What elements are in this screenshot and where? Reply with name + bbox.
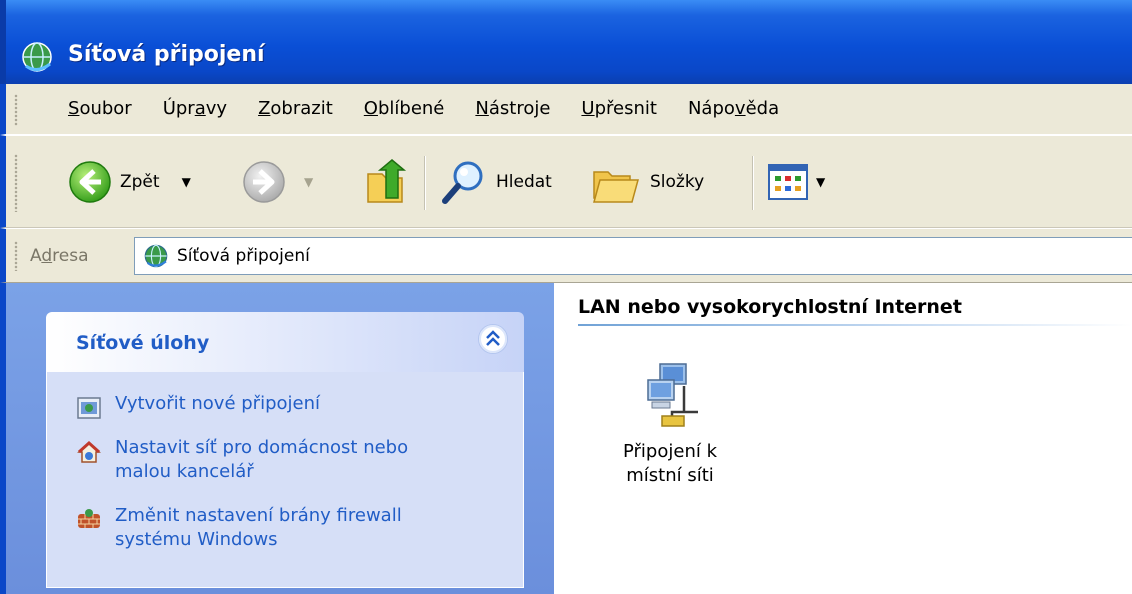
views-button[interactable]: ▼: [768, 164, 825, 200]
address-input[interactable]: Síťová připojení: [134, 237, 1132, 275]
address-bar-grip[interactable]: [14, 241, 18, 271]
forward-dropdown-arrow[interactable]: ▼: [304, 175, 313, 189]
address-label: Adresa: [30, 246, 89, 266]
network-tasks-header[interactable]: Síťové úlohy: [46, 312, 524, 372]
task-label: Vytvořit nové připojení: [115, 393, 321, 414]
network-connections-icon: [22, 42, 52, 72]
back-dropdown-arrow[interactable]: ▼: [182, 175, 191, 189]
section-divider: [578, 324, 1132, 326]
views-dropdown-arrow[interactable]: ▼: [816, 175, 825, 189]
search-label: Hledat: [496, 172, 552, 192]
network-tasks-body: Vytvořit nové připojení Nastavit síť pro…: [46, 372, 524, 588]
task-firewall[interactable]: Změnit nastavení brány firewall systému …: [77, 504, 457, 552]
menu-nastroje[interactable]: Nástroje: [475, 98, 550, 119]
forward-button[interactable]: ▼: [242, 160, 313, 204]
chevron-up-icon: [486, 330, 500, 346]
views-icon: [768, 164, 808, 200]
task-home-network[interactable]: Nastavit síť pro domácnost nebo malou ka…: [77, 436, 437, 484]
menu-bar-grip[interactable]: [14, 94, 18, 126]
menu-upravy[interactable]: Úpravy: [163, 98, 227, 119]
task-label: Nastavit síť pro domácnost nebo malou ka…: [115, 437, 409, 482]
firewall-icon: [78, 509, 100, 528]
toolbar-separator: [752, 156, 754, 210]
lan-connection-icon: [647, 363, 698, 427]
menu-oblibene[interactable]: Oblíbené: [364, 98, 445, 119]
toolbar-separator: [424, 156, 426, 210]
menu-zobrazit[interactable]: Zobrazit: [258, 98, 333, 119]
standard-toolbar: Zpět ▼ ▼ Hledat Složky ▼: [0, 135, 1132, 228]
toolbar-grip[interactable]: [14, 154, 18, 212]
address-bar: Adresa Síťová připojení: [0, 228, 1132, 283]
window-title: Síťová připojení: [68, 42, 265, 67]
new-connection-icon: [77, 397, 101, 419]
menu-bar: Soubor Úpravy Zobrazit Oblíbené Nástroje…: [0, 84, 1132, 135]
forward-arrow-icon: [243, 161, 285, 203]
back-arrow-icon: [69, 161, 111, 203]
search-icon: [442, 161, 483, 204]
section-title: LAN nebo vysokorychlostní Internet: [578, 296, 962, 318]
back-label: Zpět: [120, 172, 160, 192]
network-tasks-panel: Síťové úlohy Vytvořit nové připojení Nas…: [46, 312, 524, 588]
folders-label: Složky: [650, 172, 705, 192]
network-tasks-title: Síťové úlohy: [76, 332, 210, 354]
back-button[interactable]: Zpět ▼: [68, 160, 191, 204]
menu-soubor[interactable]: Soubor: [68, 98, 132, 119]
task-label: Změnit nastavení brány firewall systému …: [115, 505, 402, 550]
menu-napoveda[interactable]: Nápověda: [688, 98, 779, 119]
folders-icon: [593, 171, 639, 203]
folders-button[interactable]: Složky: [590, 158, 704, 206]
address-value: Síťová připojení: [177, 246, 310, 266]
collapse-button[interactable]: [478, 324, 508, 354]
folder-up-icon[interactable]: [362, 158, 408, 206]
search-button[interactable]: Hledat: [440, 158, 552, 206]
lan-connection-label: Připojení k místní síti: [622, 441, 717, 486]
home-network-icon: [77, 440, 101, 463]
title-bar[interactable]: Síťová připojení: [0, 0, 1132, 84]
menu-upresnit[interactable]: Upřesnit: [581, 98, 657, 119]
task-new-connection[interactable]: Vytvořit nové připojení: [77, 392, 320, 420]
network-connections-icon: [144, 244, 168, 268]
lan-connection-item[interactable]: Připojení k místní síti: [600, 360, 740, 488]
